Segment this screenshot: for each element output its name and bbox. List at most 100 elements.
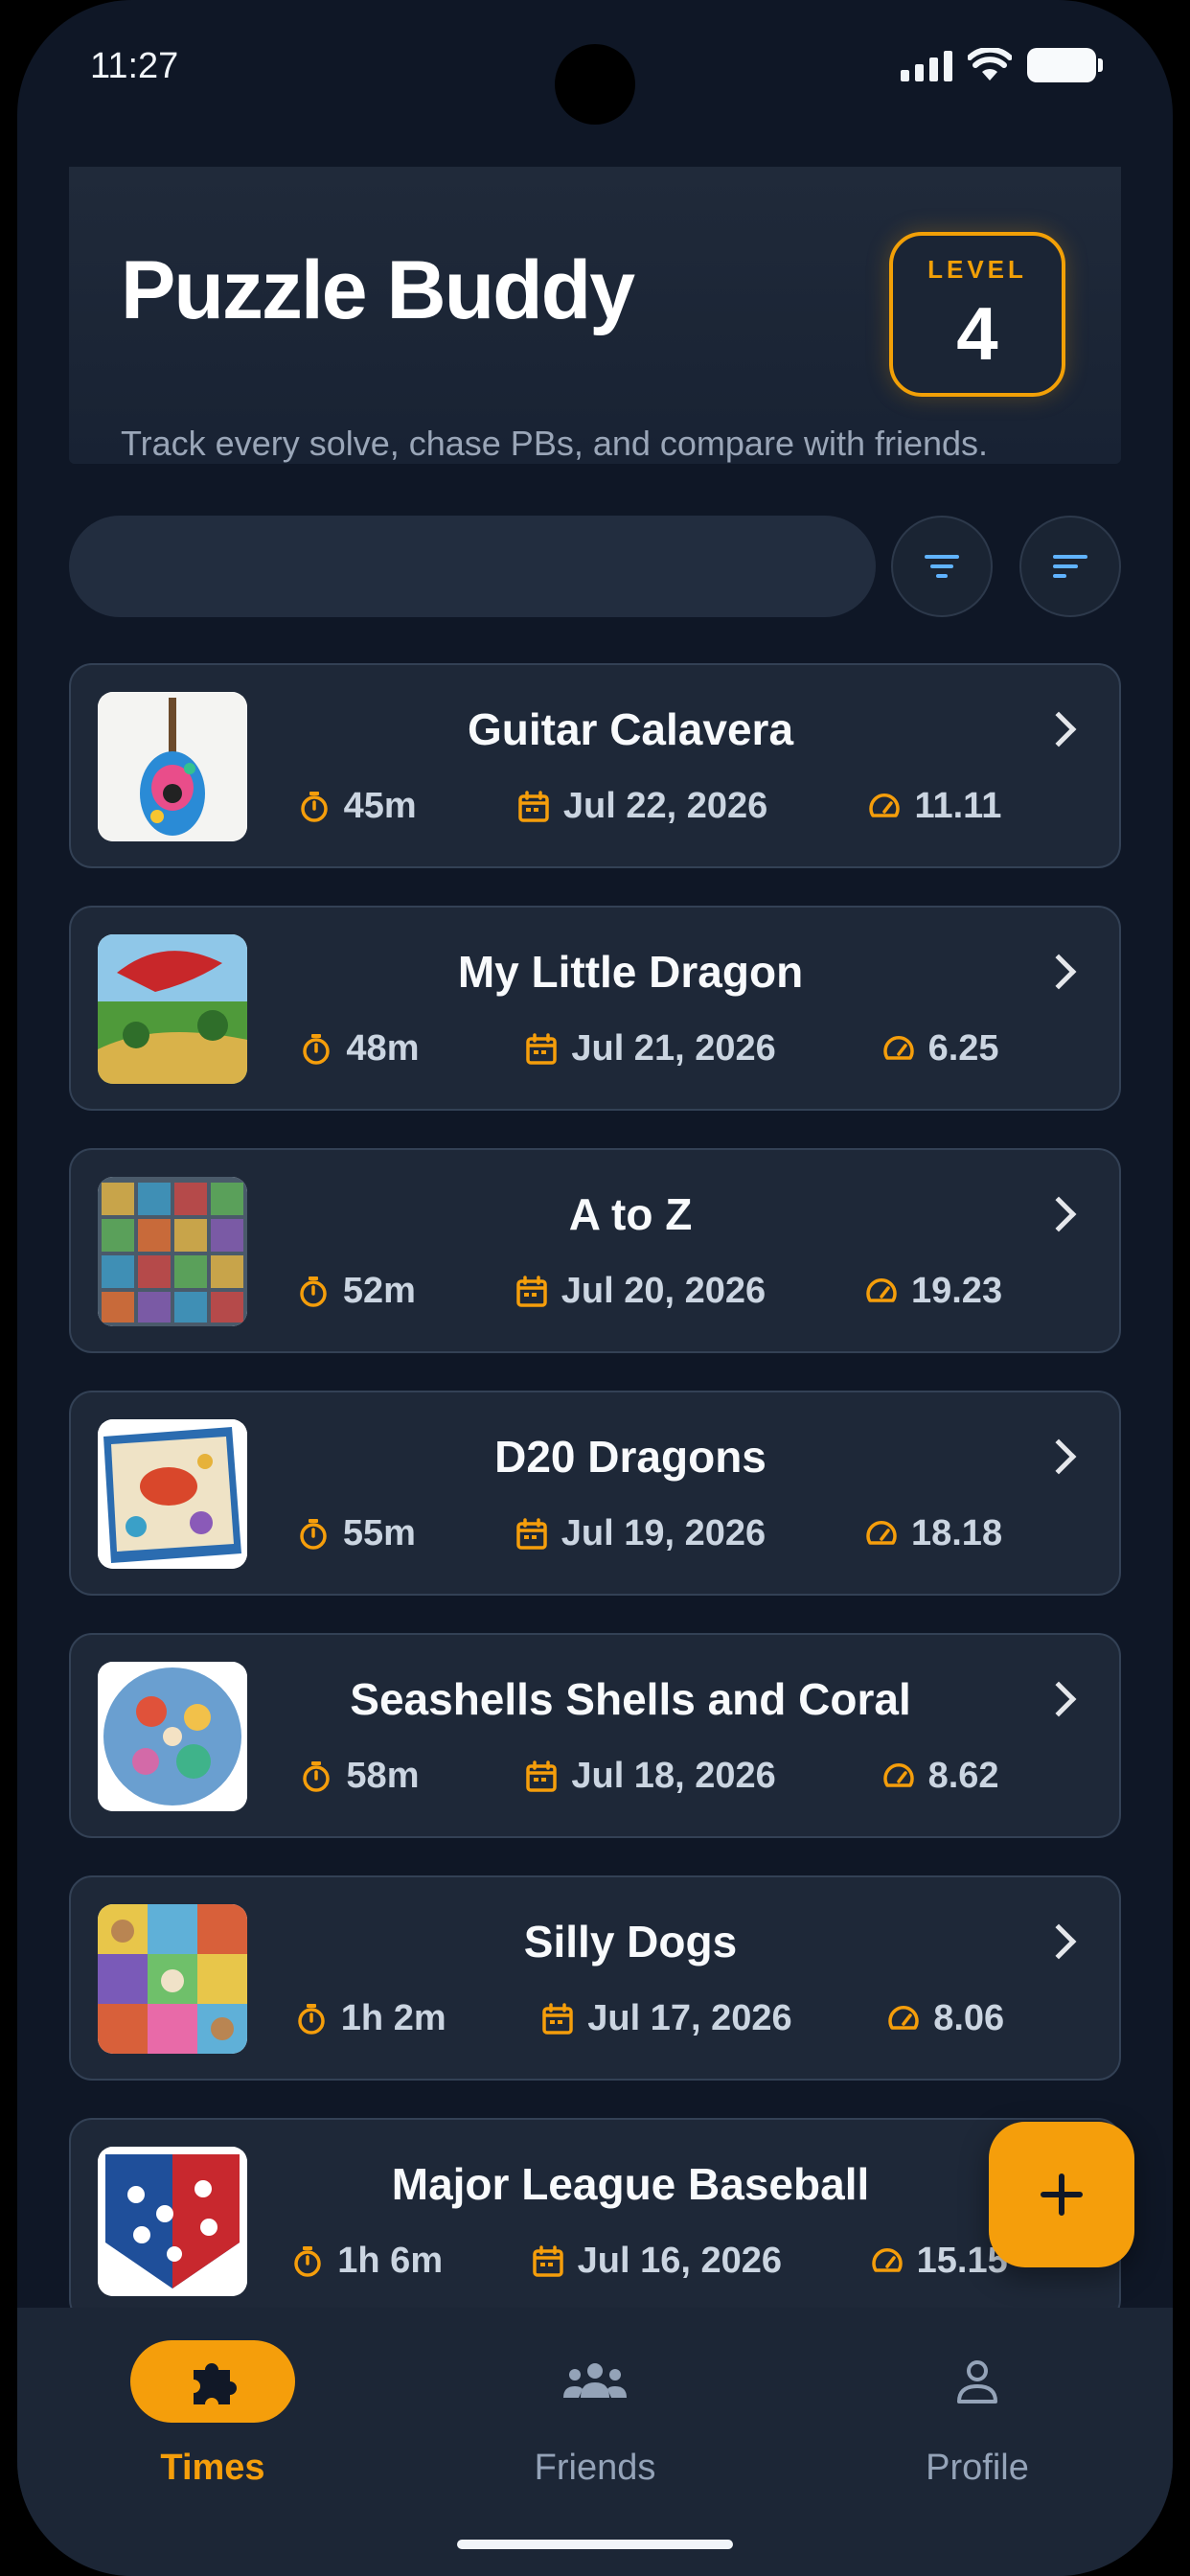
solve-time: 58m — [300, 1756, 419, 1797]
speedometer-icon — [866, 1277, 897, 1302]
solve-time-value: 52m — [342, 1271, 416, 1311]
battery-icon — [1027, 48, 1103, 82]
chevron-right-icon[interactable] — [1041, 711, 1077, 748]
solve-speed-value: 19.23 — [910, 1271, 1003, 1311]
puzzle-card[interactable]: My Little Dragon 48m Jul 21, 2026 6.25 — [69, 906, 1121, 1111]
puzzle-piece-icon — [194, 2363, 237, 2404]
speedometer-icon — [882, 1762, 914, 1787]
nav-item-friends[interactable]: Friends — [451, 2340, 739, 2489]
status-time: 11:27 — [90, 46, 179, 86]
puzzle-thumbnail — [98, 1904, 247, 2054]
solve-time: 48m — [300, 1028, 419, 1070]
solve-time-value: 58m — [346, 1756, 420, 1796]
nav-label-profile: Profile — [926, 2448, 1029, 2488]
puzzle-title: A to Z — [568, 1189, 693, 1239]
solve-date: Jul 16, 2026 — [532, 2241, 782, 2282]
solve-date-value: Jul 19, 2026 — [561, 1513, 767, 1553]
puzzle-title: Seashells Shells and Coral — [350, 1674, 911, 1724]
calendar-icon — [526, 1032, 558, 1065]
speedometer-icon — [869, 793, 901, 817]
solve-time: 1h 6m — [291, 2241, 443, 2282]
camera-cutout — [555, 44, 635, 125]
solve-date-value: Jul 18, 2026 — [571, 1756, 776, 1796]
nav-item-times[interactable]: Times — [69, 2340, 356, 2489]
solve-time-value: 55m — [342, 1513, 416, 1553]
nav-label-times: Times — [160, 2448, 265, 2488]
calendar-icon — [542, 2002, 573, 2035]
puzzle-title: Silly Dogs — [523, 1917, 738, 1966]
solve-speed-value: 8.06 — [933, 1998, 1005, 2038]
speedometer-icon — [866, 1520, 897, 1545]
calendar-icon — [532, 2244, 563, 2277]
chevron-right-icon[interactable] — [1041, 954, 1077, 990]
solve-date-value: Jul 22, 2026 — [562, 786, 768, 826]
sort-button[interactable] — [1019, 516, 1121, 617]
solve-time-value: 1h 2m — [340, 1998, 446, 2038]
solve-date: Jul 20, 2026 — [515, 1271, 766, 1312]
solve-date: Jul 18, 2026 — [525, 1756, 776, 1797]
phone-screen: 11:27 Puzzle Buddy LEVEL 4 Track every s… — [17, 0, 1173, 2576]
solve-date-value: Jul 16, 2026 — [577, 2241, 783, 2281]
puzzle-card[interactable]: Silly Dogs 1h 2m Jul 17, 2026 8.06 — [69, 1875, 1121, 2081]
plus-icon — [1041, 2174, 1083, 2216]
solve-speed: 19.23 — [865, 1271, 1002, 1312]
stopwatch-icon — [303, 1760, 331, 1792]
puzzle-meta: 55m Jul 19, 2026 18.18 — [247, 1513, 1052, 1554]
puzzle-meta: 52m Jul 20, 2026 19.23 — [247, 1271, 1052, 1312]
puzzle-meta: 58m Jul 18, 2026 8.62 — [247, 1756, 1052, 1797]
puzzle-thumbnail — [98, 934, 247, 1084]
nav-pill — [895, 2340, 1060, 2423]
friends-icon — [563, 2363, 627, 2398]
speedometer-icon — [871, 2247, 903, 2272]
solve-date: Jul 22, 2026 — [517, 786, 767, 827]
chevron-right-icon[interactable] — [1041, 1438, 1077, 1475]
puzzle-title: My Little Dragon — [457, 947, 804, 997]
chevron-right-icon[interactable] — [1041, 1196, 1077, 1232]
filter-button[interactable] — [891, 516, 993, 617]
puzzle-thumbnail — [98, 692, 247, 841]
solve-speed: 8.62 — [882, 1756, 999, 1797]
home-indicator[interactable] — [457, 2540, 733, 2549]
chevron-right-icon[interactable] — [1041, 1681, 1077, 1717]
puzzle-card[interactable]: D20 Dragons 55m Jul 19, 2026 18.18 — [69, 1391, 1121, 1596]
solve-speed: 6.25 — [882, 1028, 999, 1070]
solve-speed: 15.15 — [871, 2241, 1008, 2282]
solve-speed: 11.11 — [868, 786, 1001, 827]
puzzle-thumbnail — [98, 1419, 247, 1569]
solve-speed: 8.06 — [887, 1998, 1004, 2039]
solve-speed-value: 18.18 — [910, 1513, 1003, 1553]
puzzle-meta: 48m Jul 21, 2026 6.25 — [247, 1028, 1052, 1070]
solve-date-value: Jul 20, 2026 — [561, 1271, 767, 1311]
puzzle-card[interactable]: A to Z 52m Jul 20, 2026 19.23 — [69, 1148, 1121, 1353]
nav-label-friends: Friends — [534, 2448, 656, 2488]
speedometer-icon — [888, 2005, 919, 2030]
solve-date-value: Jul 17, 2026 — [587, 1998, 792, 2038]
solve-date-value: Jul 21, 2026 — [571, 1028, 776, 1069]
bottom-nav: Times Friends Profile — [17, 2308, 1173, 2576]
calendar-icon — [518, 790, 549, 822]
nav-item-profile[interactable]: Profile — [834, 2340, 1121, 2489]
puzzle-meta: 1h 2m Jul 17, 2026 8.06 — [247, 1998, 1052, 2039]
add-solve-button[interactable] — [989, 2122, 1134, 2267]
tagline: Track every solve, chase PBs, and compar… — [121, 424, 989, 463]
solve-speed-value: 6.25 — [927, 1028, 999, 1069]
nav-pill — [130, 2340, 295, 2423]
puzzle-list[interactable]: Guitar Calavera 45m Jul 22, 2026 11.11 M… — [69, 663, 1121, 2308]
calendar-icon — [516, 1517, 547, 1550]
level-badge[interactable]: LEVEL 4 — [889, 232, 1065, 397]
solve-speed-value: 8.62 — [927, 1756, 999, 1796]
puzzle-title: Major League Baseball — [391, 2159, 870, 2209]
app-title: Puzzle Buddy — [121, 244, 635, 336]
person-icon — [957, 2360, 997, 2404]
puzzle-card[interactable]: Guitar Calavera 45m Jul 22, 2026 11.11 — [69, 663, 1121, 868]
puzzle-card[interactable]: Seashells Shells and Coral 58m Jul 18, 2… — [69, 1633, 1121, 1838]
puzzle-thumbnail — [98, 1662, 247, 1811]
chevron-right-icon[interactable] — [1041, 1923, 1077, 1960]
puzzle-title: D20 Dragons — [494, 1432, 767, 1482]
stopwatch-icon — [300, 1518, 327, 1550]
puzzle-title: Guitar Calavera — [467, 704, 794, 754]
level-value: 4 — [956, 291, 998, 376]
solve-speed: 18.18 — [865, 1513, 1002, 1554]
puzzle-card[interactable]: Major League Baseball 1h 6m Jul 16, 2026… — [69, 2118, 1121, 2308]
search-input[interactable] — [69, 516, 876, 617]
